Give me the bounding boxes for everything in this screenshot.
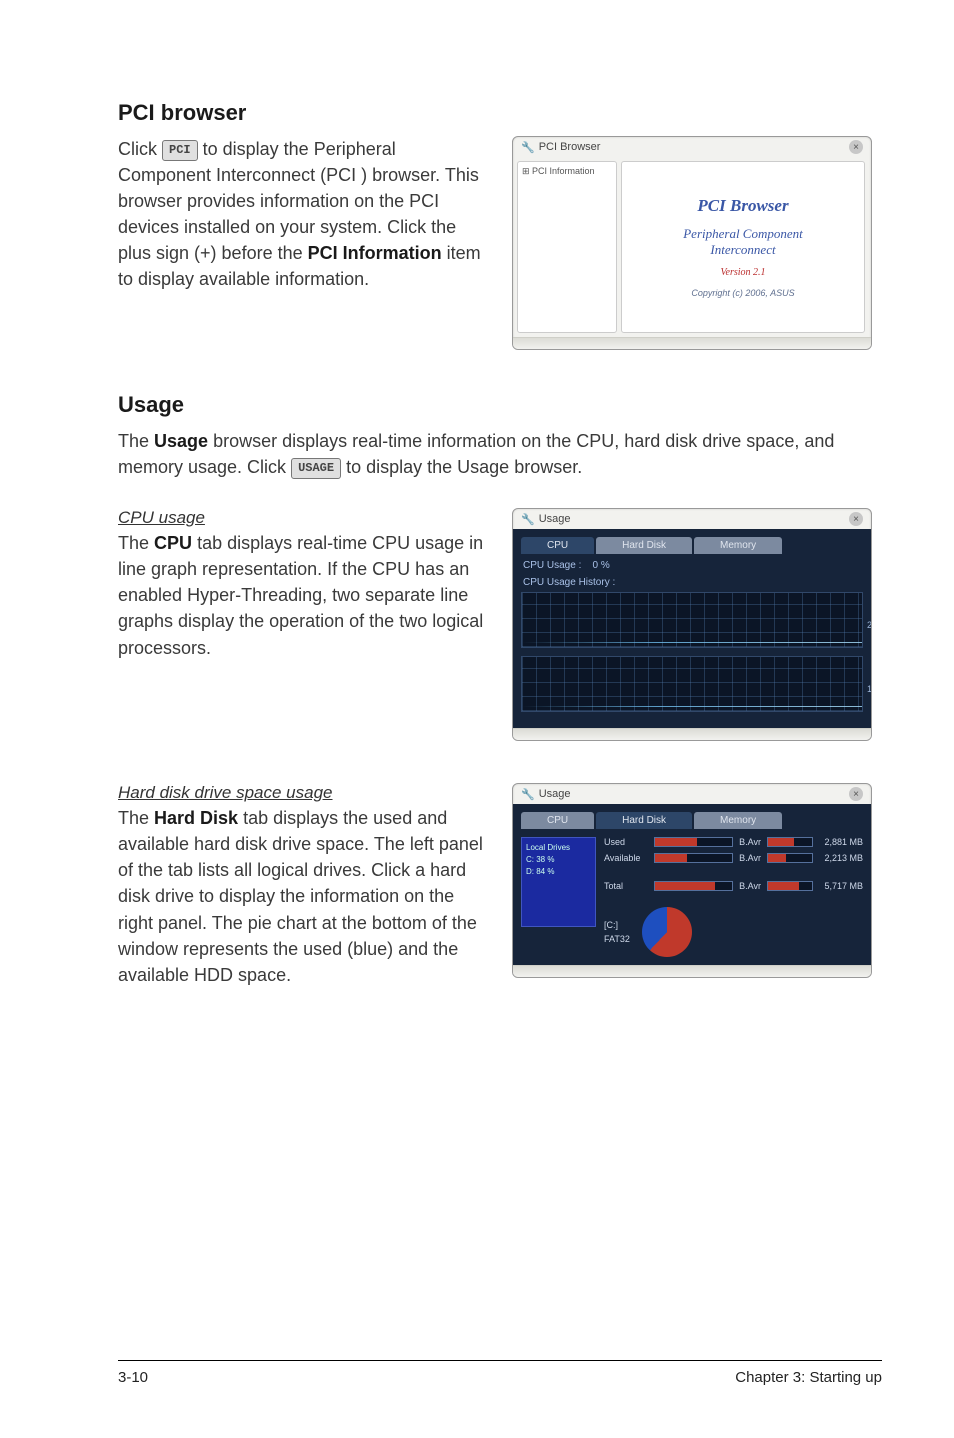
- cpu-usage-paragraph: The CPU tab displays real-time CPU usage…: [118, 530, 488, 660]
- pci-icon-button: PCI: [162, 140, 198, 161]
- cpu-a: The: [118, 533, 154, 553]
- pci-tree[interactable]: ⊞ PCI Information: [517, 161, 617, 333]
- hdd-drive-list[interactable]: Local Drives C: 38 % D: 84 %: [521, 837, 596, 927]
- close-icon[interactable]: ×: [849, 140, 863, 154]
- list-item[interactable]: C: 38 %: [526, 854, 591, 866]
- window-icon: 🔧: [521, 513, 535, 526]
- page-footer: 3-10 Chapter 3: Starting up: [118, 1360, 882, 1386]
- tab-harddisk[interactable]: Hard Disk: [596, 537, 692, 554]
- pci-bold-item: PCI Information: [308, 243, 442, 263]
- tab-cpu[interactable]: CPU: [521, 812, 594, 829]
- stat-value: 5,717 MB: [819, 881, 863, 891]
- stat-used: Used B.Avr 2,881 MB: [604, 837, 863, 847]
- cpu-pct-1: 2 %: [867, 620, 872, 630]
- cpu-history-label: CPU Usage History :: [523, 577, 861, 588]
- pci-sub: Peripheral Component Interconnect: [683, 226, 803, 257]
- footer-chapter: Chapter 3: Starting up: [735, 1369, 882, 1386]
- usage-intro-a: The: [118, 431, 154, 451]
- usage-intro-paragraph: The Usage browser displays real-time inf…: [118, 428, 882, 480]
- stat-bar: [654, 853, 733, 863]
- tab-cpu[interactable]: CPU: [521, 537, 594, 554]
- pci-paragraph: Click PCI to display the Peripheral Comp…: [118, 136, 488, 293]
- stat-bar: [654, 837, 733, 847]
- tab-memory[interactable]: Memory: [694, 537, 782, 554]
- window-footer-stripe: [513, 728, 871, 740]
- pci-click-word: Click: [118, 139, 162, 159]
- stat-bar-small: [767, 853, 813, 863]
- stat-total: Total B.Avr 5,717 MB: [604, 881, 863, 891]
- hdd-legend-drive: [C:]: [604, 918, 630, 932]
- cpu-usage-value: 0 %: [592, 560, 609, 571]
- stat-bar: [654, 881, 733, 891]
- cpu-usage-heading: CPU usage: [118, 508, 488, 528]
- usage-intro-bold: Usage: [154, 431, 208, 451]
- cpu-bold: CPU: [154, 533, 192, 553]
- stat-label: Used: [604, 837, 648, 847]
- pci-version: Version 2.1: [721, 267, 766, 278]
- usage-icon-button: USAGE: [291, 458, 341, 479]
- cpu-usage-window: 🔧 Usage × CPU Hard Disk Memory CPU Usage…: [512, 508, 872, 741]
- section-title-pci: PCI browser: [118, 100, 882, 126]
- usage-tabs: CPU Hard Disk Memory: [521, 812, 863, 829]
- stat-suffix: B.Avr: [739, 853, 761, 863]
- hdd-window-title: Usage: [539, 788, 571, 800]
- hdd-a: The: [118, 808, 154, 828]
- hdd-bold: Hard Disk: [154, 808, 238, 828]
- close-icon[interactable]: ×: [849, 787, 863, 801]
- cpu-window-title: Usage: [539, 513, 571, 525]
- tab-memory[interactable]: Memory: [694, 812, 782, 829]
- cpu-usage-label: CPU Usage :: [523, 560, 581, 571]
- window-footer-stripe: [513, 337, 871, 349]
- hdd-usage-paragraph: The Hard Disk tab displays the used and …: [118, 805, 488, 988]
- pci-sub1: Peripheral Component: [683, 226, 803, 241]
- list-item[interactable]: D: 84 %: [526, 866, 591, 878]
- pci-copyright: Copyright (c) 2006, ASUS: [691, 288, 794, 298]
- pci-window-title: PCI Browser: [539, 141, 601, 153]
- window-icon: 🔧: [521, 788, 535, 801]
- stat-suffix: B.Avr: [739, 881, 761, 891]
- hdd-b: tab displays the used and available hard…: [118, 808, 483, 985]
- stat-value: 2,881 MB: [819, 837, 863, 847]
- stat-value: 2,213 MB: [819, 853, 863, 863]
- cpu-graph-2: [521, 656, 863, 712]
- pci-heading: PCI Browser: [697, 196, 788, 216]
- stat-label: Total: [604, 881, 648, 891]
- pci-tree-root[interactable]: ⊞ PCI Information: [522, 166, 595, 176]
- stat-suffix: B.Avr: [739, 837, 761, 847]
- stat-bar-small: [767, 837, 813, 847]
- usage-intro-c: to display the Usage browser.: [346, 457, 582, 477]
- window-footer-stripe: [513, 965, 871, 977]
- hdd-legend-fs: FAT32: [604, 932, 630, 946]
- stat-avail: Available B.Avr 2,213 MB: [604, 853, 863, 863]
- cpu-pct-2: 15 %: [867, 684, 872, 694]
- hdd-usage-window: 🔧 Usage × CPU Hard Disk Memory Local Dri…: [512, 783, 872, 978]
- cpu-graph-1: [521, 592, 863, 648]
- close-icon[interactable]: ×: [849, 512, 863, 526]
- stat-bar-small: [767, 881, 813, 891]
- usage-tabs: CPU Hard Disk Memory: [521, 537, 863, 554]
- footer-page-number: 3-10: [118, 1369, 148, 1386]
- section-title-usage: Usage: [118, 392, 882, 418]
- window-icon: 🔧: [521, 141, 535, 154]
- pci-browser-window: 🔧 PCI Browser × ⊞ PCI Information PCI Br…: [512, 136, 872, 350]
- list-item[interactable]: Local Drives: [526, 842, 591, 854]
- pci-sub2: Interconnect: [710, 242, 775, 257]
- hdd-usage-heading: Hard disk drive space usage: [118, 783, 488, 803]
- hdd-pie-chart: [642, 907, 692, 957]
- stat-label: Available: [604, 853, 648, 863]
- tab-harddisk[interactable]: Hard Disk: [596, 812, 692, 829]
